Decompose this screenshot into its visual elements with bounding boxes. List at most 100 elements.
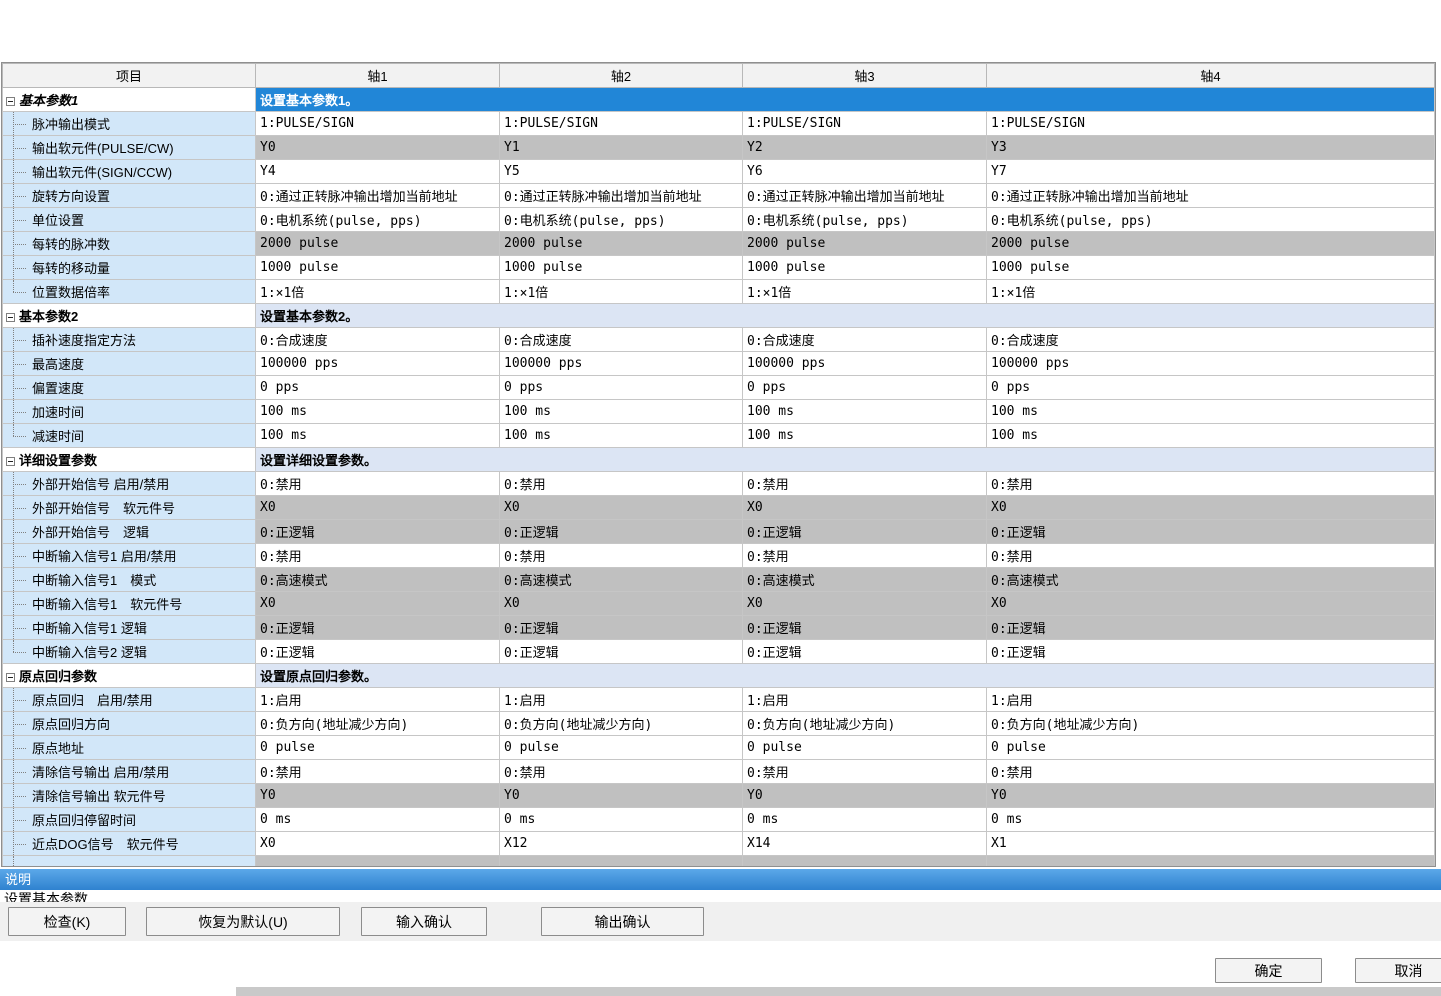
value-cell-axis2[interactable] [500,856,743,868]
value-cell-axis1[interactable]: Y0 [256,784,500,808]
parameter-item-label[interactable]: 每转的移动量 [3,256,256,280]
value-cell-axis3[interactable]: 100 ms [743,424,987,448]
parameter-item-label[interactable]: 原点回归 启用/禁用 [3,688,256,712]
section-title-cell[interactable]: 设置基本参数2。 [256,304,1435,328]
value-cell-axis2[interactable]: 0:电机系统(pulse, pps) [500,208,743,232]
value-cell-axis3[interactable]: 0:正逻辑 [743,520,987,544]
value-cell-axis3[interactable]: 0 pps [743,376,987,400]
value-cell-axis4[interactable]: 0:正逻辑 [987,616,1435,640]
value-cell-axis1[interactable]: 100 ms [256,400,500,424]
parameter-item-label[interactable]: 近点DOG信号 软元件号 [3,832,256,856]
parameter-item-label[interactable]: 外部开始信号 启用/禁用 [3,472,256,496]
value-cell-axis4[interactable] [987,856,1435,868]
value-cell-axis4[interactable]: 0:负方向(地址减少方向) [987,712,1435,736]
value-cell-axis1[interactable]: 0:正逻辑 [256,520,500,544]
value-cell-axis3[interactable]: 1000 pulse [743,256,987,280]
parameter-item-label[interactable]: 原点回归停留时间 [3,808,256,832]
value-cell-axis3[interactable]: 0:禁用 [743,544,987,568]
value-cell-axis3[interactable]: 0:禁用 [743,472,987,496]
value-cell-axis1[interactable]: 100 ms [256,424,500,448]
parameter-item-label[interactable]: 原点回归方向 [3,712,256,736]
parameter-item-label[interactable]: 旋转方向设置 [3,184,256,208]
value-cell-axis3[interactable]: 0:负方向(地址减少方向) [743,712,987,736]
parameter-item-label[interactable] [3,856,256,868]
value-cell-axis1[interactable]: Y4 [256,160,500,184]
collapse-minus-icon[interactable] [6,313,15,322]
tree-group-node[interactable]: 详细设置参数 [3,448,256,472]
value-cell-axis2[interactable]: 2000 pulse [500,232,743,256]
section-title-cell[interactable]: 设置基本参数1。 [256,88,1435,112]
cancel-button[interactable]: 取消 [1355,958,1441,983]
value-cell-axis2[interactable]: Y5 [500,160,743,184]
check-button[interactable]: 检查(K) [8,907,126,936]
value-cell-axis1[interactable]: X0 [256,496,500,520]
value-cell-axis2[interactable]: X12 [500,832,743,856]
tree-group-node[interactable]: 基本参数1 [3,88,256,112]
parameter-item-label[interactable]: 中断输入信号1 软元件号 [3,592,256,616]
value-cell-axis4[interactable]: 100 ms [987,424,1435,448]
value-cell-axis1[interactable]: 0:通过正转脉冲输出增加当前地址 [256,184,500,208]
value-cell-axis2[interactable]: 100000 pps [500,352,743,376]
value-cell-axis2[interactable]: 0:禁用 [500,544,743,568]
ok-button[interactable]: 确定 [1215,958,1322,983]
parameter-item-label[interactable]: 清除信号输出 启用/禁用 [3,760,256,784]
section-title-cell[interactable]: 设置详细设置参数。 [256,448,1435,472]
value-cell-axis3[interactable]: 1:×1倍 [743,280,987,304]
value-cell-axis4[interactable]: Y3 [987,136,1435,160]
value-cell-axis4[interactable]: 0:电机系统(pulse, pps) [987,208,1435,232]
value-cell-axis3[interactable]: 0:正逻辑 [743,640,987,664]
value-cell-axis4[interactable]: 1000 pulse [987,256,1435,280]
value-cell-axis4[interactable]: 2000 pulse [987,232,1435,256]
parameter-item-label[interactable]: 加速时间 [3,400,256,424]
value-cell-axis3[interactable]: 100 ms [743,400,987,424]
value-cell-axis3[interactable]: Y0 [743,784,987,808]
parameter-item-label[interactable]: 中断输入信号2 逻辑 [3,640,256,664]
parameter-item-label[interactable]: 清除信号输出 软元件号 [3,784,256,808]
value-cell-axis4[interactable]: X0 [987,592,1435,616]
value-cell-axis3[interactable]: 1:PULSE/SIGN [743,112,987,136]
parameter-item-label[interactable]: 位置数据倍率 [3,280,256,304]
value-cell-axis2[interactable]: 0:负方向(地址减少方向) [500,712,743,736]
value-cell-axis4[interactable]: 0:高速模式 [987,568,1435,592]
value-cell-axis1[interactable]: 0:禁用 [256,472,500,496]
tree-group-node[interactable]: 原点回归参数 [3,664,256,688]
value-cell-axis1[interactable]: 0:正逻辑 [256,616,500,640]
output-confirm-button[interactable]: 输出确认 [541,907,704,936]
value-cell-axis4[interactable]: 1:×1倍 [987,280,1435,304]
parameter-item-label[interactable]: 中断输入信号1 启用/禁用 [3,544,256,568]
value-cell-axis2[interactable]: 0 pulse [500,736,743,760]
value-cell-axis2[interactable]: X0 [500,496,743,520]
parameter-item-label[interactable]: 最高速度 [3,352,256,376]
value-cell-axis3[interactable]: 0:通过正转脉冲输出增加当前地址 [743,184,987,208]
parameter-item-label[interactable]: 输出软元件(PULSE/CW) [3,136,256,160]
value-cell-axis1[interactable]: 0 ms [256,808,500,832]
value-cell-axis3[interactable]: 0:电机系统(pulse, pps) [743,208,987,232]
value-cell-axis3[interactable]: X14 [743,832,987,856]
value-cell-axis1[interactable]: 0:高速模式 [256,568,500,592]
value-cell-axis1[interactable]: 0:电机系统(pulse, pps) [256,208,500,232]
tree-group-node[interactable]: 基本参数2 [3,304,256,328]
value-cell-axis1[interactable]: 0:负方向(地址减少方向) [256,712,500,736]
parameter-item-label[interactable]: 脉冲输出模式 [3,112,256,136]
value-cell-axis3[interactable]: 2000 pulse [743,232,987,256]
value-cell-axis2[interactable]: 0:禁用 [500,472,743,496]
value-cell-axis1[interactable]: 1000 pulse [256,256,500,280]
value-cell-axis4[interactable]: 0:正逻辑 [987,640,1435,664]
value-cell-axis3[interactable]: 100000 pps [743,352,987,376]
value-cell-axis2[interactable]: 0:通过正转脉冲输出增加当前地址 [500,184,743,208]
value-cell-axis1[interactable]: 0 pps [256,376,500,400]
value-cell-axis1[interactable]: 0:正逻辑 [256,640,500,664]
value-cell-axis2[interactable]: 0 ms [500,808,743,832]
collapse-minus-icon[interactable] [6,97,15,106]
value-cell-axis2[interactable]: 0:禁用 [500,760,743,784]
value-cell-axis4[interactable]: 100 ms [987,400,1435,424]
value-cell-axis1[interactable]: 0:禁用 [256,544,500,568]
value-cell-axis4[interactable]: 0 ms [987,808,1435,832]
value-cell-axis4[interactable]: X0 [987,496,1435,520]
value-cell-axis4[interactable]: 0:禁用 [987,544,1435,568]
value-cell-axis3[interactable]: Y2 [743,136,987,160]
value-cell-axis1[interactable]: Y0 [256,136,500,160]
value-cell-axis1[interactable] [256,856,500,868]
parameter-item-label[interactable]: 中断输入信号1 逻辑 [3,616,256,640]
value-cell-axis4[interactable]: Y0 [987,784,1435,808]
